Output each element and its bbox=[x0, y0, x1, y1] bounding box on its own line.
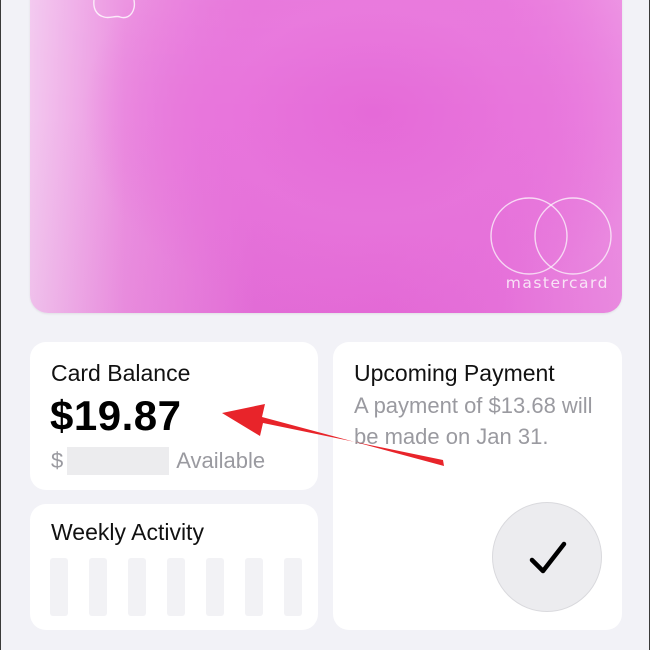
apple-logo-icon bbox=[93, 0, 136, 19]
activity-bar bbox=[206, 558, 224, 616]
weekly-activity-title: Weekly Activity bbox=[51, 519, 204, 545]
weekly-activity-chart bbox=[50, 558, 302, 616]
activity-bar bbox=[284, 558, 302, 616]
available-label: Available bbox=[176, 448, 266, 473]
upcoming-payment-title: Upcoming Payment bbox=[354, 360, 555, 386]
weekly-activity-tile[interactable]: Weekly Activity bbox=[30, 504, 318, 630]
wallet-screen: mastercard Card Balance $19.87 $ Availab… bbox=[1, 0, 649, 650]
mastercard-circles-icon bbox=[490, 197, 612, 275]
upcoming-payment-tile[interactable]: Upcoming Payment A payment of $13.68 wil… bbox=[333, 342, 622, 630]
activity-bar bbox=[89, 558, 107, 616]
upcoming-payment-description: A payment of $13.68 will be made on Jan … bbox=[354, 393, 593, 449]
apple-card[interactable]: mastercard bbox=[30, 0, 622, 313]
card-balance-title: Card Balance bbox=[51, 360, 191, 386]
activity-bar bbox=[50, 558, 68, 616]
payment-confirm-button[interactable] bbox=[492, 502, 602, 612]
available-currency-symbol: $ bbox=[51, 448, 64, 473]
card-balance-tile[interactable]: Card Balance $19.87 $ Available bbox=[30, 342, 318, 490]
redacted-available-amount bbox=[67, 447, 170, 475]
available-credit-row: $ Available bbox=[51, 447, 265, 475]
activity-bar bbox=[167, 558, 185, 616]
activity-bar bbox=[128, 558, 146, 616]
checkmark-icon bbox=[529, 541, 567, 574]
activity-bar bbox=[245, 558, 263, 616]
card-balance-amount: $19.87 bbox=[50, 392, 182, 439]
mastercard-label: mastercard bbox=[505, 274, 609, 292]
